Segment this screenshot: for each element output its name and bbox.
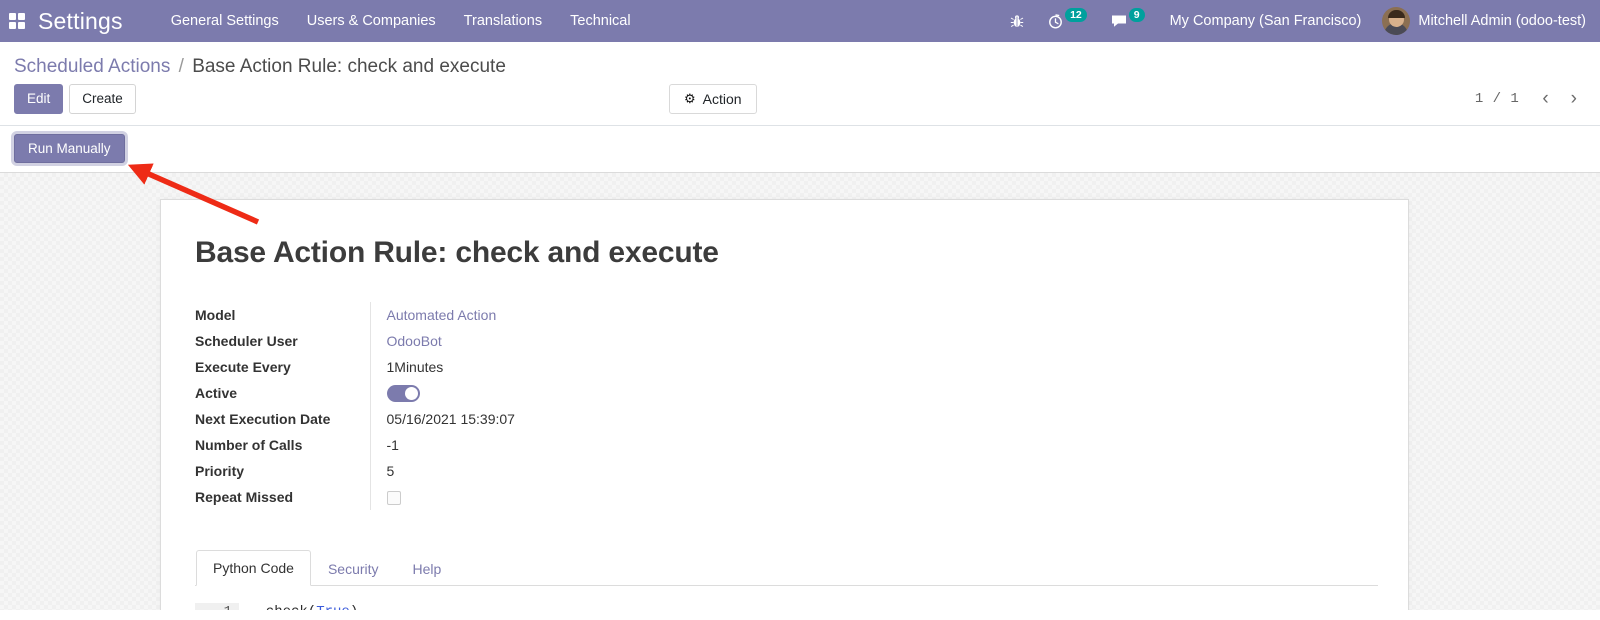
code-line-number: 1 [195,603,239,610]
field-label-repeat-missed: Repeat Missed [195,489,294,505]
control-panel-row: Edit Create ⚙ Action 1 / 1 ‹ › [14,84,1586,125]
action-dropdown-label: Action [702,91,742,107]
code-text-suffix: ) [350,604,358,610]
activity-counter-badge: 12 [1065,8,1087,22]
pager-next-button[interactable]: › [1562,89,1586,109]
field-value-model: Automated Action [369,302,515,328]
field-label-number-of-calls: Number of Calls [195,437,303,453]
user-name-label: Mitchell Admin (odoo-test) [1418,13,1586,29]
field-label-model: Model [195,307,236,323]
field-row-priority: Priority 5 [195,458,515,484]
user-menu[interactable]: Mitchell Admin (odoo-test) [1374,7,1586,35]
company-switcher[interactable]: My Company (San Francisco) [1157,13,1375,29]
record-fields-table: Model Automated Action Scheduler User Od… [195,302,515,510]
app-brand-settings[interactable]: Settings [38,8,123,35]
edit-button[interactable]: Edit [14,84,64,114]
top-navbar: Settings General Settings Users & Compan… [0,0,1600,42]
field-label-execute-every: Execute Every [195,359,291,375]
field-value-number-of-calls: -1 [369,432,515,458]
menu-item-users-companies[interactable]: Users & Companies [293,0,450,42]
field-row-model: Model Automated Action [195,302,515,328]
menu-item-translations[interactable]: Translations [450,0,556,42]
tab-help[interactable]: Help [396,551,459,586]
action-menu-container: ⚙ Action [669,84,757,114]
tab-python-code[interactable]: Python Code [196,550,311,586]
field-label-next-execution-date: Next Execution Date [195,411,331,427]
field-row-active: Active [195,380,515,406]
field-label-scheduler-user: Scheduler User [195,333,298,349]
field-row-repeat-missed: Repeat Missed [195,484,515,510]
create-button[interactable]: Create [69,84,136,114]
gear-icon: ⚙ [684,91,696,106]
pager-previous-button[interactable]: ‹ [1533,89,1557,109]
messages-icon[interactable]: 9 [1099,0,1157,42]
field-row-number-of-calls: Number of Calls -1 [195,432,515,458]
scheduler-user-link[interactable]: OdooBot [387,333,442,349]
avatar [1382,7,1411,35]
bug-icon[interactable] [998,0,1036,42]
code-text-prefix: ._check( [249,604,316,610]
pager: 1 / 1 ‹ › [1465,89,1586,109]
content-area: Base Action Rule: check and execute Mode… [0,173,1600,610]
menu-item-general-settings[interactable]: General Settings [157,0,293,42]
action-dropdown-button[interactable]: ⚙ Action [669,84,757,114]
main-menu: General Settings Users & Companies Trans… [157,0,645,42]
toggle-knob [404,386,418,400]
repeat-missed-checkbox[interactable] [386,491,401,506]
breadcrumb-parent-link[interactable]: Scheduled Actions [14,56,170,77]
field-value-scheduler-user: OdooBot [369,328,515,354]
control-panel: Scheduled Actions / Base Action Rule: ch… [0,42,1600,126]
page-title: Base Action Rule: check and execute [195,236,719,269]
breadcrumb-current: Base Action Rule: check and execute [192,56,506,77]
model-link[interactable]: Automated Action [387,307,497,323]
activity-clock-icon[interactable]: 12 [1036,0,1099,42]
notebook: Python Code Security Help 1 ._check(True… [195,550,1378,610]
field-row-scheduler-user: Scheduler User OdooBot [195,328,515,354]
field-value-repeat-missed [369,484,515,510]
tab-security[interactable]: Security [311,551,396,586]
navbar-right-tools: 12 9 My Company (San Francisco) Mitchell… [998,0,1600,42]
field-row-execute-every: Execute Every 1Minutes [195,354,515,380]
field-label-priority: Priority [195,463,245,479]
code-line-1: ._check(True) [239,603,358,610]
pager-value: 1 / 1 [1474,91,1520,107]
code-token-true: True [316,604,350,610]
record-action-buttons: Edit Create [14,84,136,114]
field-value-priority: 5 [369,458,515,484]
breadcrumb-separator: / [178,56,184,77]
field-value-active [369,380,515,406]
run-manually-button[interactable]: Run Manually [14,134,125,163]
breadcrumb: Scheduled Actions / Base Action Rule: ch… [14,42,1586,84]
field-label-active: Active [195,385,238,401]
field-value-next-execution-date: 05/16/2021 15:39:07 [369,406,515,432]
notebook-tabs: Python Code Security Help [195,550,1378,586]
field-row-next-execution-date: Next Execution Date 05/16/2021 15:39:07 [195,406,515,432]
messages-counter-badge: 9 [1128,8,1145,22]
field-value-execute-every: 1Minutes [369,354,515,380]
menu-item-technical[interactable]: Technical [556,0,644,42]
active-toggle[interactable] [386,384,420,402]
python-code-editor[interactable]: 1 ._check(True) [195,603,1378,610]
statusbar-buttons: Run Manually [0,126,1600,173]
record-form-sheet: Base Action Rule: check and execute Mode… [160,199,1409,610]
apps-menu-button[interactable] [0,0,34,42]
apps-grid-icon [9,13,25,29]
